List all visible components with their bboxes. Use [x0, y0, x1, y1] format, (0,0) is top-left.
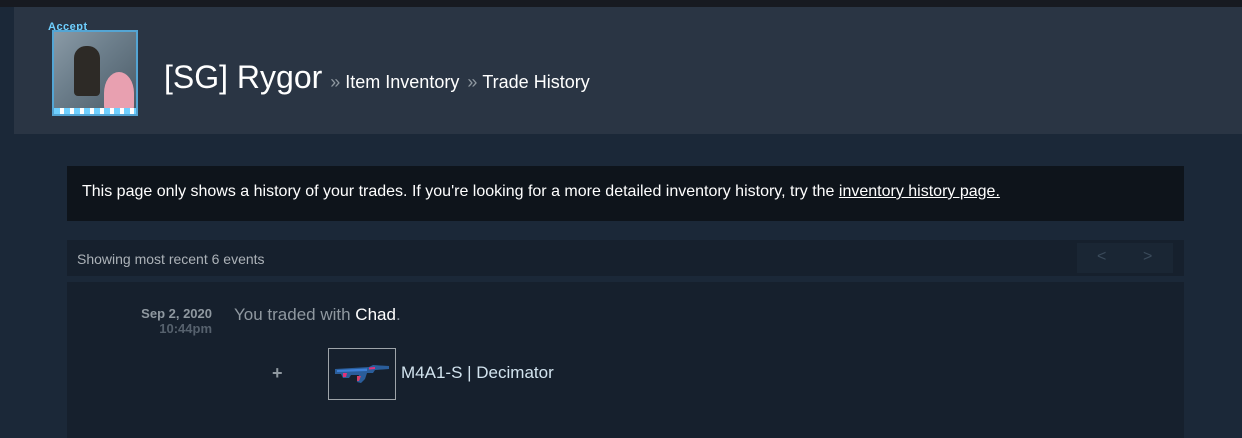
persona-name-link[interactable]: [SG] Rygor	[164, 59, 322, 95]
pager: < >	[1077, 243, 1173, 273]
trade-timestamp: Sep 2, 2020 10:44pm	[141, 306, 212, 336]
profile-header: Accept [SG] Rygor» Item Inventory» Trade H…	[14, 7, 1242, 134]
trade-date: Sep 2, 2020	[141, 306, 212, 321]
breadcrumb-trade-history: Trade History	[482, 72, 590, 92]
trade-time: 10:44pm	[159, 321, 212, 336]
prev-page-button[interactable]: <	[1097, 248, 1106, 266]
trade-row: Sep 2, 2020 10:44pm You traded with Chad…	[67, 282, 1184, 438]
trade-history-notice: This page only shows a history of your t…	[67, 166, 1184, 221]
trade-partner-link[interactable]: Chad	[355, 305, 396, 324]
item-name[interactable]: M4A1-S | Decimator	[401, 363, 554, 383]
received-sign: +	[272, 363, 283, 383]
inventory-history-link[interactable]: inventory history page.	[839, 183, 1000, 200]
breadcrumb-item-inventory[interactable]: Item Inventory	[345, 72, 459, 92]
events-count: Showing most recent 6 events	[77, 251, 265, 267]
top-bar	[0, 0, 1242, 7]
avatar[interactable]	[52, 30, 138, 116]
trade-desc-suffix: .	[395, 305, 401, 324]
trade-description: You traded with Chad.	[234, 305, 401, 325]
notice-text: This page only shows a history of your t…	[82, 183, 839, 200]
next-page-button[interactable]: >	[1143, 248, 1152, 266]
rifle-icon	[335, 365, 389, 383]
trade-desc-prefix: You traded with	[234, 305, 356, 324]
breadcrumb-separator: »	[330, 72, 341, 92]
events-bar: Showing most recent 6 events < >	[67, 240, 1184, 276]
breadcrumb-separator: »	[467, 72, 478, 92]
breadcrumb: [SG] Rygor» Item Inventory» Trade History	[164, 59, 590, 96]
item-thumbnail[interactable]	[328, 348, 396, 400]
